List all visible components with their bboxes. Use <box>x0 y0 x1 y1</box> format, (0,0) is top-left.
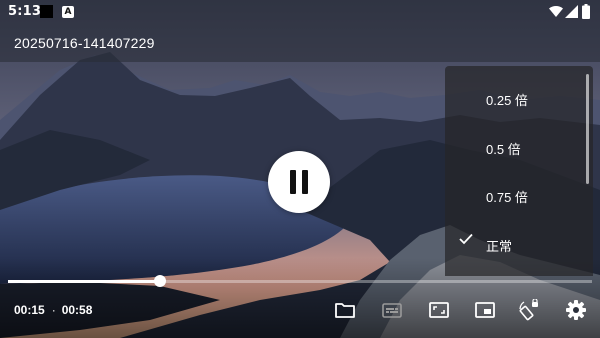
playback-speed-menu[interactable]: 0.25 倍 0.5 倍 0.75 倍 正常 <box>445 66 593 276</box>
subtitles-icon[interactable] <box>381 299 403 321</box>
speed-option-label: 0.5 倍 <box>486 142 521 157</box>
video-title: 20250716-141407229 <box>14 35 155 51</box>
pause-icon-left-bar <box>290 170 296 194</box>
seek-bar-thumb[interactable] <box>153 275 166 287</box>
a-notification-icon: A <box>62 6 74 18</box>
speed-option-normal[interactable]: 正常 <box>445 216 585 264</box>
time-separator: · <box>51 303 56 317</box>
current-time: 00:15 <box>14 303 45 317</box>
checkmark-icon <box>459 233 473 245</box>
rotate-lock-icon[interactable] <box>518 299 540 321</box>
speed-option-0-75[interactable]: 0.75 倍 <box>445 167 585 215</box>
folder-icon[interactable] <box>334 299 356 321</box>
status-bar: 5:13 A <box>0 0 600 24</box>
signal-icon <box>565 5 578 18</box>
wifi-icon <box>549 6 563 18</box>
speed-option-0-25[interactable]: 0.25 倍 <box>445 70 585 118</box>
speed-option-label: 0.25 倍 <box>486 93 528 108</box>
picture-in-picture-icon[interactable] <box>474 299 496 321</box>
aspect-ratio-icon[interactable] <box>428 299 450 321</box>
seek-bar[interactable] <box>8 275 592 287</box>
battery-icon <box>582 4 590 19</box>
speed-option-label: 0.75 倍 <box>486 190 528 205</box>
square-notification-icon <box>40 5 53 18</box>
speed-option-label: 正常 <box>486 239 513 254</box>
pause-icon-right-bar <box>302 170 308 194</box>
speed-option-0-5[interactable]: 0.5 倍 <box>445 119 585 167</box>
menu-scrollbar[interactable] <box>586 74 589 184</box>
settings-icon[interactable] <box>565 299 587 321</box>
pause-button[interactable] <box>268 151 330 213</box>
total-time: 00:58 <box>61 303 93 317</box>
seek-bar-progress <box>8 280 160 283</box>
time-display: 00:15 · 00:58 <box>14 303 92 317</box>
status-time: 5:13 <box>8 4 42 19</box>
